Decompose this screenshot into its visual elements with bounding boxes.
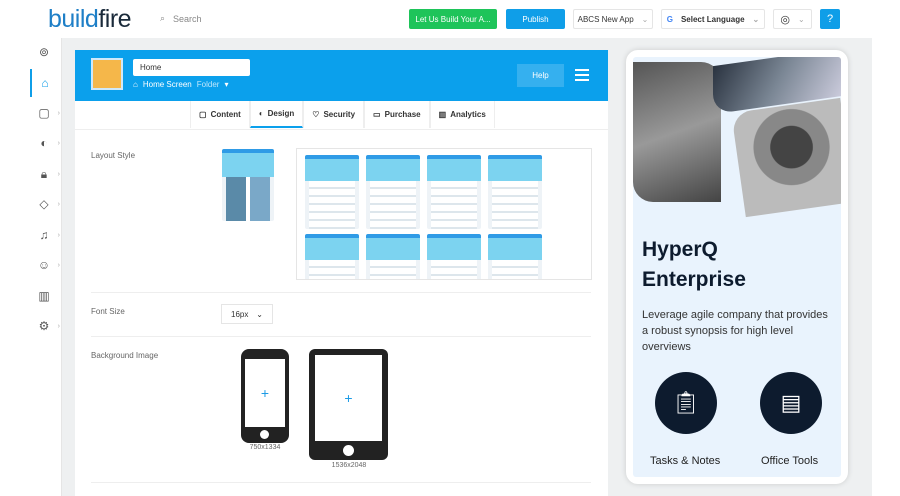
office-image — [633, 62, 721, 202]
panel-header: Home ⌂ Home Screen Folder ▾ Help — [75, 50, 608, 101]
top-bar: buildfire ⌕ Search Let Us Build Your A...… — [0, 0, 900, 38]
office-tools-label: Office Tools — [761, 455, 819, 467]
sidebar: ⊚ ⌂ ▢ › ◐ › 🔒︎ › ◇ › ♫ › ☺ › ▥ ⚙ › — [0, 38, 62, 496]
background-image-label: Background Image — [91, 351, 159, 360]
bell-icon[interactable]: ♫ › — [30, 221, 61, 249]
hamburger-menu-icon[interactable] — [575, 69, 589, 84]
layout-option[interactable] — [305, 155, 359, 229]
build-app-button[interactable]: Let Us Build Your A... — [409, 9, 497, 29]
help-icon[interactable]: ? — [820, 9, 840, 29]
plus-icon: + — [315, 355, 382, 441]
tasks-notes-label: Tasks & Notes — [650, 455, 721, 467]
breadcrumb: ⌂ Home Screen Folder ▾ — [133, 80, 229, 89]
preview-title: HyperQ Enterprise — [642, 238, 746, 291]
chevron-down-icon: ⌄ — [641, 14, 649, 24]
document-icon[interactable]: ▤ — [760, 372, 822, 434]
layout-style-label: Layout Style — [91, 151, 136, 160]
layout-option[interactable] — [366, 155, 420, 229]
logo[interactable]: buildfire — [48, 5, 132, 34]
person-image — [731, 97, 841, 218]
preview-description: Leverage agile company that provides a r… — [642, 309, 828, 353]
chart-icon[interactable]: ▥ — [30, 282, 58, 310]
selected-layout-thumbnail[interactable] — [222, 149, 274, 221]
tablet-dimensions: 1536x2048 — [331, 462, 367, 469]
layout-option[interactable] — [305, 234, 359, 279]
tag-icon[interactable]: ◇ › — [30, 190, 60, 218]
lifebuoy-icon[interactable]: ⊚ — [30, 38, 58, 66]
app-preview: HyperQ Enterprise Leverage agile company … — [626, 50, 848, 484]
user-circle-icon: ◎ — [780, 13, 790, 26]
search-input[interactable]: ⌕ Search — [160, 13, 202, 24]
chevron-down-icon: ⌄ — [256, 310, 263, 319]
font-size-select[interactable]: 16px ⌄ — [221, 304, 273, 324]
chevron-down-icon: ⌄ — [797, 14, 805, 24]
caret-down-icon[interactable]: ▾ — [224, 80, 228, 89]
search-icon: ⌕ — [160, 13, 166, 23]
tab-design[interactable]: ◐ Design — [249, 101, 304, 128]
account-menu[interactable]: ◎ ⌄ — [773, 9, 812, 29]
folder-icon[interactable] — [91, 58, 123, 90]
tablet-background-upload[interactable]: + — [309, 349, 388, 460]
preview-screen: HyperQ Enterprise Leverage agile company … — [633, 57, 841, 477]
divider — [91, 292, 591, 293]
layout-option[interactable] — [427, 155, 481, 229]
tab-analytics[interactable]: ▥ Analytics — [429, 101, 495, 128]
pages-icon[interactable]: ▢ › — [30, 99, 60, 127]
tab-purchase[interactable]: ▭ Purchase — [364, 101, 430, 128]
font-size-label: Font Size — [91, 307, 125, 316]
tab-security[interactable]: ♡ Security — [303, 101, 365, 128]
layout-option[interactable] — [366, 234, 420, 279]
google-icon: G — [666, 14, 673, 24]
layout-option[interactable] — [488, 234, 542, 279]
layout-options — [296, 148, 592, 280]
layout-option[interactable] — [488, 155, 542, 229]
tabs: ▢ Content ◐ Design ♡ Security ▭ Purchase ▥ An… — [190, 101, 495, 128]
help-button[interactable]: Help — [517, 64, 564, 87]
phone-background-upload[interactable]: + — [241, 349, 289, 443]
chevron-down-icon: ⌄ — [752, 14, 760, 24]
gear-icon[interactable]: ⚙ › — [30, 312, 60, 340]
lock-icon[interactable]: 🔒︎ › — [30, 160, 60, 188]
plus-icon: + — [245, 359, 285, 427]
divider — [91, 336, 591, 337]
editor-panel: Home ⌂ Home Screen Folder ▾ Help ▢ Content ◐… — [75, 50, 608, 496]
title-input[interactable]: Home — [133, 59, 250, 76]
user-icon[interactable]: ☺ › — [30, 251, 60, 279]
layout-option[interactable] — [427, 234, 481, 279]
publish-button[interactable]: Publish — [506, 9, 565, 29]
home-icon[interactable]: ⌂ — [30, 69, 58, 97]
home-icon: ⌂ — [133, 80, 138, 89]
clipboard-icon[interactable]: 📋︎ — [655, 372, 717, 434]
language-select[interactable]: G Select Language ⌄ — [661, 9, 765, 29]
app-select[interactable]: ABCS New App ⌄ — [573, 9, 653, 29]
palette-icon[interactable]: ◐ › — [30, 129, 60, 157]
divider — [75, 129, 608, 130]
tab-content[interactable]: ▢ Content — [190, 101, 250, 128]
divider — [91, 482, 591, 483]
phone-dimensions: 750x1334 — [249, 444, 281, 451]
